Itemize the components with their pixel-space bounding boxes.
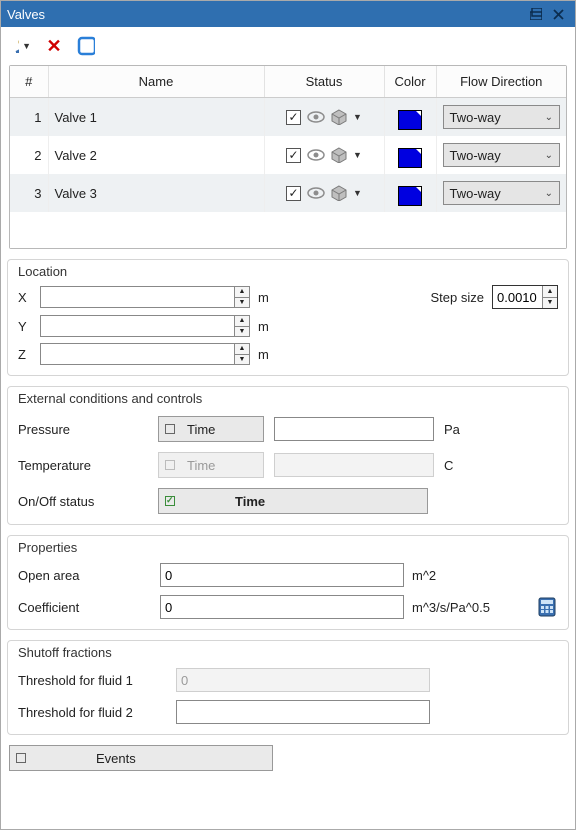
events-button[interactable]: Events	[9, 745, 273, 771]
temperature-time-button: Time	[158, 452, 264, 478]
row-num: 1	[10, 98, 48, 137]
col-header-status[interactable]: Status	[264, 66, 384, 98]
external-label: External conditions and controls	[18, 391, 558, 406]
window-title: Valves	[7, 7, 45, 22]
color-picker[interactable]	[398, 110, 422, 130]
flow-direction-dropdown[interactable]: Two-way⌄	[443, 143, 561, 167]
col-header-name[interactable]: Name	[48, 66, 264, 98]
x-label: X	[18, 290, 32, 305]
threshold-2-label: Threshold for fluid 2	[18, 705, 168, 720]
checkbox-icon	[165, 424, 175, 434]
step-size-label: Step size	[431, 290, 484, 305]
pressure-label: Pressure	[18, 422, 148, 437]
pressure-unit: Pa	[444, 422, 460, 437]
add-valve-button[interactable]: ▼	[13, 37, 31, 55]
open-area-input[interactable]	[160, 563, 404, 587]
threshold-1-label: Threshold for fluid 1	[18, 673, 168, 688]
flow-direction-dropdown[interactable]: Two-way⌄	[443, 181, 561, 205]
row-name[interactable]: Valve 1	[48, 98, 264, 137]
row-num: 3	[10, 174, 48, 212]
external-group: External conditions and controls Pressur…	[7, 386, 569, 525]
onoff-label: On/Off status	[18, 494, 148, 509]
visibility-icon[interactable]	[307, 187, 325, 199]
z-unit: m	[258, 347, 269, 362]
temperature-input	[274, 453, 434, 477]
properties-group: Properties Open area m^2 Coefficient m^3…	[7, 535, 569, 630]
flow-direction-dropdown[interactable]: Two-way⌄	[443, 105, 561, 129]
row-checkbox[interactable]	[286, 110, 301, 125]
row-num: 2	[10, 136, 48, 174]
valves-table: # Name Status Color Flow Direction 1Valv…	[9, 65, 567, 249]
open-area-unit: m^2	[412, 568, 436, 583]
temperature-unit: C	[444, 458, 453, 473]
shutoff-group: Shutoff fractions Threshold for fluid 1 …	[7, 640, 569, 735]
coefficient-unit: m^3/s/Pa^0.5	[412, 600, 490, 615]
row-name[interactable]: Valve 2	[48, 136, 264, 174]
table-row[interactable]: 2Valve 2 ▼ Two-way⌄	[10, 136, 566, 174]
checkbox-icon	[16, 753, 26, 763]
valves-window: Valves ▼ ✕ # Name	[0, 0, 576, 830]
titlebar: Valves	[1, 1, 575, 27]
delete-button[interactable]: ✕	[45, 37, 63, 55]
col-header-flow[interactable]: Flow Direction	[436, 66, 566, 98]
color-picker[interactable]	[398, 148, 422, 168]
table-row[interactable]: 1Valve 1 ▼ Two-way⌄	[10, 98, 566, 137]
z-input[interactable]: ▲▼	[40, 343, 250, 365]
table-row[interactable]: 3Valve 3 ▼ Two-way⌄	[10, 174, 566, 212]
x-input[interactable]: ▲▼	[40, 286, 250, 308]
row-checkbox[interactable]	[286, 148, 301, 163]
duplicate-button[interactable]	[77, 37, 95, 55]
location-group: Location X ▲▼ m Step size ▲▼ Y	[7, 259, 569, 376]
coefficient-label: Coefficient	[18, 600, 152, 615]
chevron-down-icon: ⌄	[545, 112, 553, 123]
onoff-time-button[interactable]: Time	[158, 488, 428, 514]
z-label: Z	[18, 347, 32, 362]
pressure-input[interactable]	[274, 417, 434, 441]
col-header-num[interactable]: #	[10, 66, 48, 98]
visibility-icon[interactable]	[307, 111, 325, 123]
x-unit: m	[258, 290, 269, 305]
row-checkbox[interactable]	[286, 186, 301, 201]
open-area-label: Open area	[18, 568, 152, 583]
temperature-label: Temperature	[18, 458, 148, 473]
transparency-icon[interactable]	[331, 147, 347, 163]
step-size-input[interactable]: ▲▼	[492, 285, 558, 309]
threshold-2-input[interactable]	[176, 700, 430, 724]
x-spinner[interactable]: ▲▼	[234, 287, 249, 307]
checkbox-icon	[165, 460, 175, 470]
col-header-color[interactable]: Color	[384, 66, 436, 98]
chevron-down-icon[interactable]: ▼	[353, 150, 362, 160]
toolbar: ▼ ✕	[7, 33, 569, 65]
checkbox-checked-icon	[165, 496, 175, 506]
row-name[interactable]: Valve 3	[48, 174, 264, 212]
chevron-down-icon: ▼	[22, 41, 31, 51]
z-spinner[interactable]: ▲▼	[234, 344, 249, 364]
chevron-down-icon: ⌄	[545, 188, 553, 199]
chevron-down-icon[interactable]: ▼	[353, 112, 362, 122]
properties-label: Properties	[18, 540, 558, 555]
coefficient-input[interactable]	[160, 595, 404, 619]
pressure-time-button[interactable]: Time	[158, 416, 264, 442]
transparency-icon[interactable]	[331, 185, 347, 201]
shutoff-label: Shutoff fractions	[18, 645, 558, 660]
color-picker[interactable]	[398, 186, 422, 206]
dock-icon[interactable]	[525, 5, 547, 23]
location-label: Location	[18, 264, 558, 279]
y-spinner[interactable]: ▲▼	[234, 316, 249, 336]
transparency-icon[interactable]	[331, 109, 347, 125]
y-label: Y	[18, 319, 32, 334]
chevron-down-icon: ⌄	[545, 150, 553, 161]
calculator-icon[interactable]	[536, 596, 558, 618]
step-spinner[interactable]: ▲▼	[542, 286, 557, 308]
y-input[interactable]: ▲▼	[40, 315, 250, 337]
close-icon[interactable]	[547, 5, 569, 23]
y-unit: m	[258, 319, 269, 334]
threshold-1-input	[176, 668, 430, 692]
chevron-down-icon[interactable]: ▼	[353, 188, 362, 198]
visibility-icon[interactable]	[307, 149, 325, 161]
